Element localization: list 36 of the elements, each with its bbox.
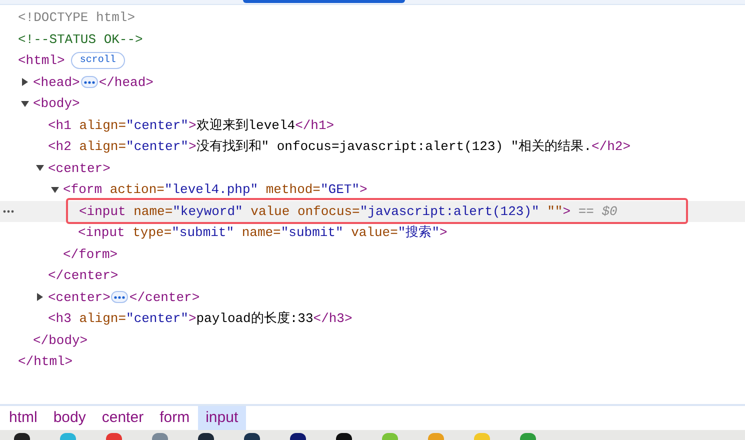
breadcrumb-item[interactable]: input (198, 406, 246, 430)
more-icon[interactable] (3, 210, 14, 212)
code-text: <h3 align="center">payload的长度:33</h3> (48, 310, 352, 328)
expand-triangle-icon[interactable] (21, 78, 29, 86)
dom-row[interactable]: <input type="submit" name="submit" value="搜索"> (0, 222, 745, 244)
ellipsis-badge[interactable] (80, 76, 98, 88)
ellipsis-badge[interactable] (111, 291, 128, 304)
code-text: </body> (33, 332, 88, 350)
code-text: </head> (98, 74, 154, 92)
code-text: <body> (33, 95, 80, 113)
code-text: <input type="submit" name="submit" value="搜索"> (78, 224, 448, 242)
code-text: <center> (48, 288, 110, 306)
code-text: <h1 align="center">欢迎来到level4</h1> (48, 116, 334, 134)
code-text: <center> (48, 160, 110, 178)
code-text: <input name="keyword" value onfocus="javascript:alert(123)" ""> == $0 (79, 202, 618, 220)
code-text: </html> (18, 353, 73, 371)
expand-triangle-icon[interactable] (36, 293, 44, 302)
code-text: </center> (48, 267, 118, 285)
app-icon[interactable] (14, 433, 30, 440)
collapse-triangle-icon[interactable] (36, 164, 44, 172)
code-text: <!--STATUS OK--> (18, 30, 143, 48)
collapse-triangle-icon[interactable] (51, 186, 59, 194)
scroll-badge[interactable]: scroll (70, 52, 125, 70)
code-text: <h2 align="center">没有找到和" onfocus=javascript:alert(123) "相关的结果.</h2> (48, 138, 631, 156)
app-icon[interactable] (336, 433, 352, 440)
collapse-triangle-icon[interactable] (21, 100, 29, 108)
selected-row[interactable]: <input name="keyword" value onfocus="javascript:alert(123)" ""> == $0 (0, 200, 745, 222)
code-text: <html> (18, 52, 65, 70)
app-icon[interactable] (198, 433, 214, 440)
code-text: </form> (63, 246, 118, 264)
code-text: <!DOCTYPE html> (18, 9, 136, 27)
app-icon[interactable] (290, 433, 306, 440)
code-text: <form action="level4.php" method="GET"> (63, 181, 368, 199)
code-text: </center> (129, 288, 200, 306)
app-icon[interactable] (244, 433, 260, 440)
code-text: <head> (33, 74, 80, 92)
